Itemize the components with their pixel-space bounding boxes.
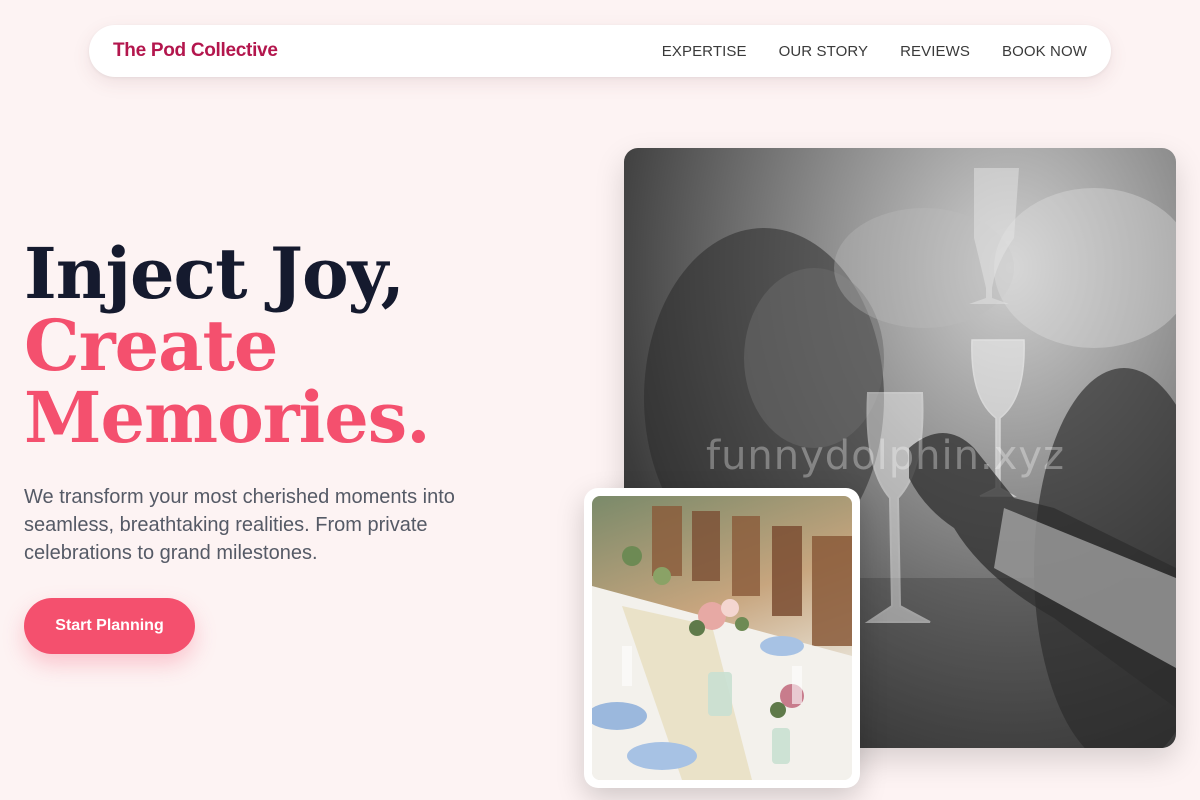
brand-logo[interactable]: The Pod Collective — [113, 40, 278, 62]
nav-link-book-now[interactable]: BOOK NOW — [1002, 43, 1087, 60]
nav-link-our-story[interactable]: OUR STORY — [779, 43, 869, 60]
top-navbar: The Pod Collective EXPERTISE OUR STORY R… — [89, 25, 1111, 77]
nav-links: EXPERTISE OUR STORY REVIEWS BOOK NOW — [662, 43, 1087, 60]
table-setting-photo — [592, 496, 852, 780]
start-planning-button[interactable]: Start Planning — [24, 598, 195, 654]
headline-line-1: Inject Joy, — [24, 232, 405, 315]
hero-subtext: We transform your most cherished moments… — [24, 486, 455, 564]
nav-link-expertise[interactable]: EXPERTISE — [662, 43, 747, 60]
headline-line-3: Memories. — [24, 376, 431, 459]
headline-line-2: Create — [24, 304, 278, 387]
nav-link-reviews[interactable]: REVIEWS — [900, 43, 970, 60]
table-photo-illustration — [592, 506, 852, 780]
inset-photo-frame — [584, 488, 860, 788]
photo-watermark: funnydolphin.xyz — [706, 433, 1066, 479]
landing-page: The Pod Collective EXPERTISE OUR STORY R… — [0, 0, 1200, 800]
hero-headline: Inject Joy, Create Memories. — [24, 238, 584, 454]
